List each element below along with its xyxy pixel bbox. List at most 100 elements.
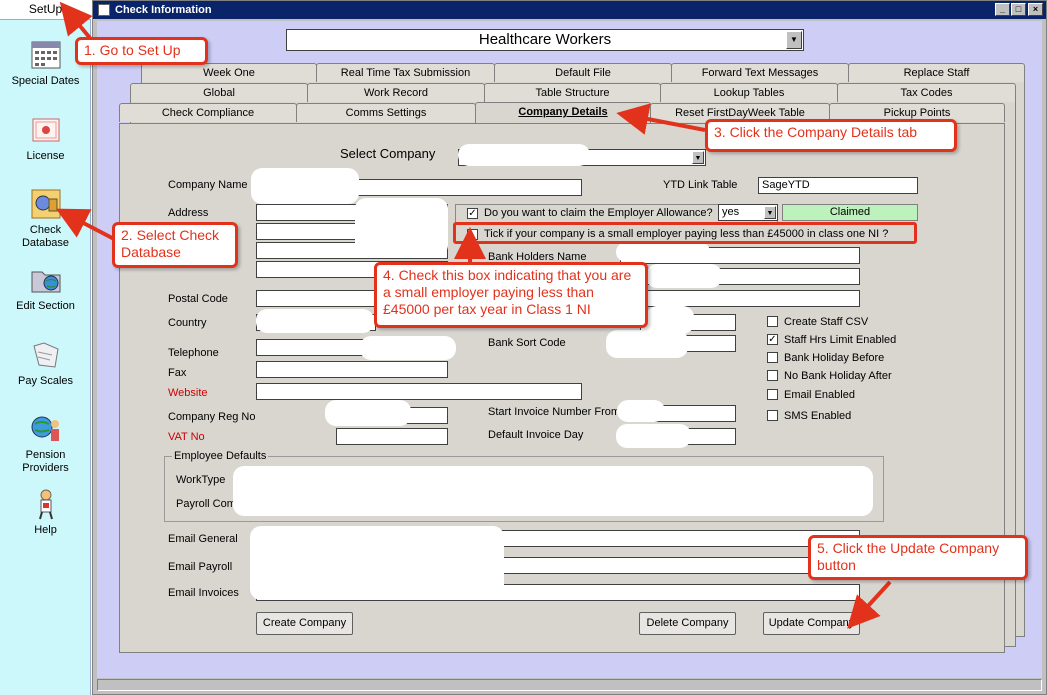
- create-company-button[interactable]: Create Company: [256, 612, 353, 635]
- postal-code-label: Postal Code: [168, 293, 228, 305]
- callout-step4: 4. Check this box indicating that you ar…: [374, 262, 648, 328]
- group-select[interactable]: Healthcare Workers ▼: [286, 29, 804, 51]
- group-select-value: Healthcare Workers: [478, 31, 612, 48]
- callout-step5: 5. Click the Update Company button: [808, 535, 1028, 580]
- sidebar-item-pension-providers[interactable]: Pension Providers: [0, 412, 91, 475]
- tab-check-compliance[interactable]: Check Compliance: [119, 103, 297, 122]
- staff-hrs-limit-checkbox[interactable]: ✓: [767, 334, 778, 345]
- tab-work-record[interactable]: Work Record: [307, 83, 485, 102]
- bank-branch-input[interactable]: [620, 290, 860, 307]
- folder-globe-icon: [31, 271, 60, 293]
- redacted-block: [251, 168, 359, 204]
- people-globe-icon: [31, 416, 59, 441]
- chevron-down-icon[interactable]: ▼: [764, 206, 776, 219]
- window-title: Check Information: [115, 4, 212, 16]
- bank-holiday-before-label: Bank Holiday Before: [784, 352, 885, 364]
- tab-global[interactable]: Global: [130, 83, 308, 102]
- worktype-label: WorkType: [176, 474, 226, 486]
- tab-company-details[interactable]: Company Details: [475, 102, 651, 123]
- fax-label: Fax: [168, 367, 187, 379]
- calendar-icon: [31, 41, 60, 69]
- tab-real-time-tax-submission[interactable]: Real Time Tax Submission: [316, 63, 495, 82]
- ytd-link-table-label: YTD Link Table: [663, 179, 738, 191]
- sidebar-item-label: License: [26, 150, 65, 162]
- tab-replace-staff[interactable]: Replace Staff: [848, 63, 1025, 82]
- redacted-block: [616, 424, 691, 448]
- sidebar-item-label: Check Database: [21, 224, 70, 249]
- sidebar-item-edit-section[interactable]: Edit Section: [0, 263, 91, 312]
- close-button[interactable]: ×: [1028, 3, 1043, 16]
- redacted-block: [616, 242, 710, 262]
- create-staff-csv-checkbox[interactable]: [767, 316, 778, 327]
- company-reg-no-label: Company Reg No: [168, 411, 256, 423]
- tab-forward-text-messages[interactable]: Forward Text Messages: [671, 63, 849, 82]
- vat-no-input[interactable]: [336, 428, 448, 445]
- create-staff-csv-label: Create Staff CSV: [784, 316, 869, 328]
- start-invoice-number-label: Start Invoice Number From: [488, 406, 621, 418]
- website-input[interactable]: [256, 383, 582, 400]
- setup-button[interactable]: SetUp: [0, 0, 91, 20]
- redacted-block: [325, 400, 411, 426]
- no-bank-holiday-after-checkbox[interactable]: [767, 370, 778, 381]
- vat-no-label: VAT No: [168, 431, 205, 443]
- no-bank-holiday-after-label: No Bank Holiday After: [784, 370, 892, 382]
- redacted-block: [458, 144, 590, 166]
- sidebar-item-pay-scales[interactable]: Pay Scales: [0, 338, 91, 387]
- redacted-block: [233, 466, 873, 516]
- sidebar-item-license[interactable]: License: [0, 113, 91, 162]
- window-icon: [98, 4, 110, 16]
- left-sidebar: SetUp Special Dates License Check Databa…: [0, 0, 91, 695]
- sidebar-item-label: Edit Section: [16, 300, 75, 312]
- website-label: Website: [168, 387, 208, 399]
- tab-lookup-tables[interactable]: Lookup Tables: [660, 83, 838, 102]
- email-payroll-label: Email Payroll: [168, 561, 233, 573]
- title-bar: Check Information _ □ ×: [93, 1, 1046, 19]
- email-invoices-label: Email Invoices: [168, 587, 239, 599]
- redacted-block: [646, 264, 722, 288]
- check-information-window: Check Information _ □ × Healthcare Worke…: [92, 0, 1047, 695]
- tab-tax-codes[interactable]: Tax Codes: [837, 83, 1016, 102]
- scales-icon: [32, 342, 59, 368]
- status-bar: [97, 679, 1042, 691]
- employer-allowance-select[interactable]: yes ▼: [718, 204, 778, 221]
- company-name-label: Company Name: [168, 179, 248, 191]
- minimize-button[interactable]: _: [995, 3, 1010, 16]
- tab-table-structure[interactable]: Table Structure: [484, 83, 661, 102]
- employer-allowance-label: Do you want to claim the Employer Allowa…: [484, 207, 713, 219]
- help-person-icon: [38, 489, 53, 520]
- email-enabled-label: Email Enabled: [784, 389, 855, 401]
- sms-enabled-checkbox[interactable]: [767, 410, 778, 421]
- country-label: Country: [168, 317, 207, 329]
- maximize-button[interactable]: □: [1011, 3, 1026, 16]
- ytd-link-table-input[interactable]: SageYTD: [758, 177, 918, 194]
- employer-allowance-checkbox[interactable]: ✓: [467, 208, 478, 219]
- bank-holiday-before-checkbox[interactable]: [767, 352, 778, 363]
- tab-comms-settings[interactable]: Comms Settings: [296, 103, 476, 122]
- redacted-block: [606, 330, 688, 358]
- redacted-block: [250, 526, 504, 600]
- chevron-down-icon[interactable]: ▼: [692, 151, 704, 164]
- redacted-block: [360, 336, 456, 360]
- sidebar-item-check-database[interactable]: Check Database: [0, 187, 91, 250]
- tab-default-file[interactable]: Default File: [494, 63, 672, 82]
- sidebar-item-label: Special Dates: [11, 75, 80, 87]
- claimed-status-badge: Claimed: [782, 204, 918, 221]
- address-label: Address: [168, 207, 209, 219]
- email-enabled-checkbox[interactable]: [767, 389, 778, 400]
- bank-sort-code-label: Bank Sort Code: [488, 337, 566, 349]
- sidebar-item-label: Pension Providers: [22, 449, 69, 474]
- callout-step1: 1. Go to Set Up: [75, 37, 208, 65]
- sidebar-item-help[interactable]: Help: [0, 487, 91, 536]
- tab-week-one[interactable]: Week One: [141, 63, 317, 82]
- certificate-icon: [32, 118, 59, 142]
- small-employer-highlight: [453, 222, 917, 244]
- callout-step2: 2. Select Check Database: [112, 222, 238, 268]
- select-company-label: Select Company: [340, 146, 436, 161]
- callout-step3: 3. Click the Company Details tab: [705, 119, 957, 152]
- fax-input[interactable]: [256, 361, 448, 378]
- database-icon: [31, 189, 60, 219]
- chevron-down-icon[interactable]: ▼: [786, 31, 802, 49]
- sms-enabled-label: SMS Enabled: [784, 410, 852, 422]
- update-company-button[interactable]: Update Company: [763, 612, 860, 635]
- delete-company-button[interactable]: Delete Company: [639, 612, 736, 635]
